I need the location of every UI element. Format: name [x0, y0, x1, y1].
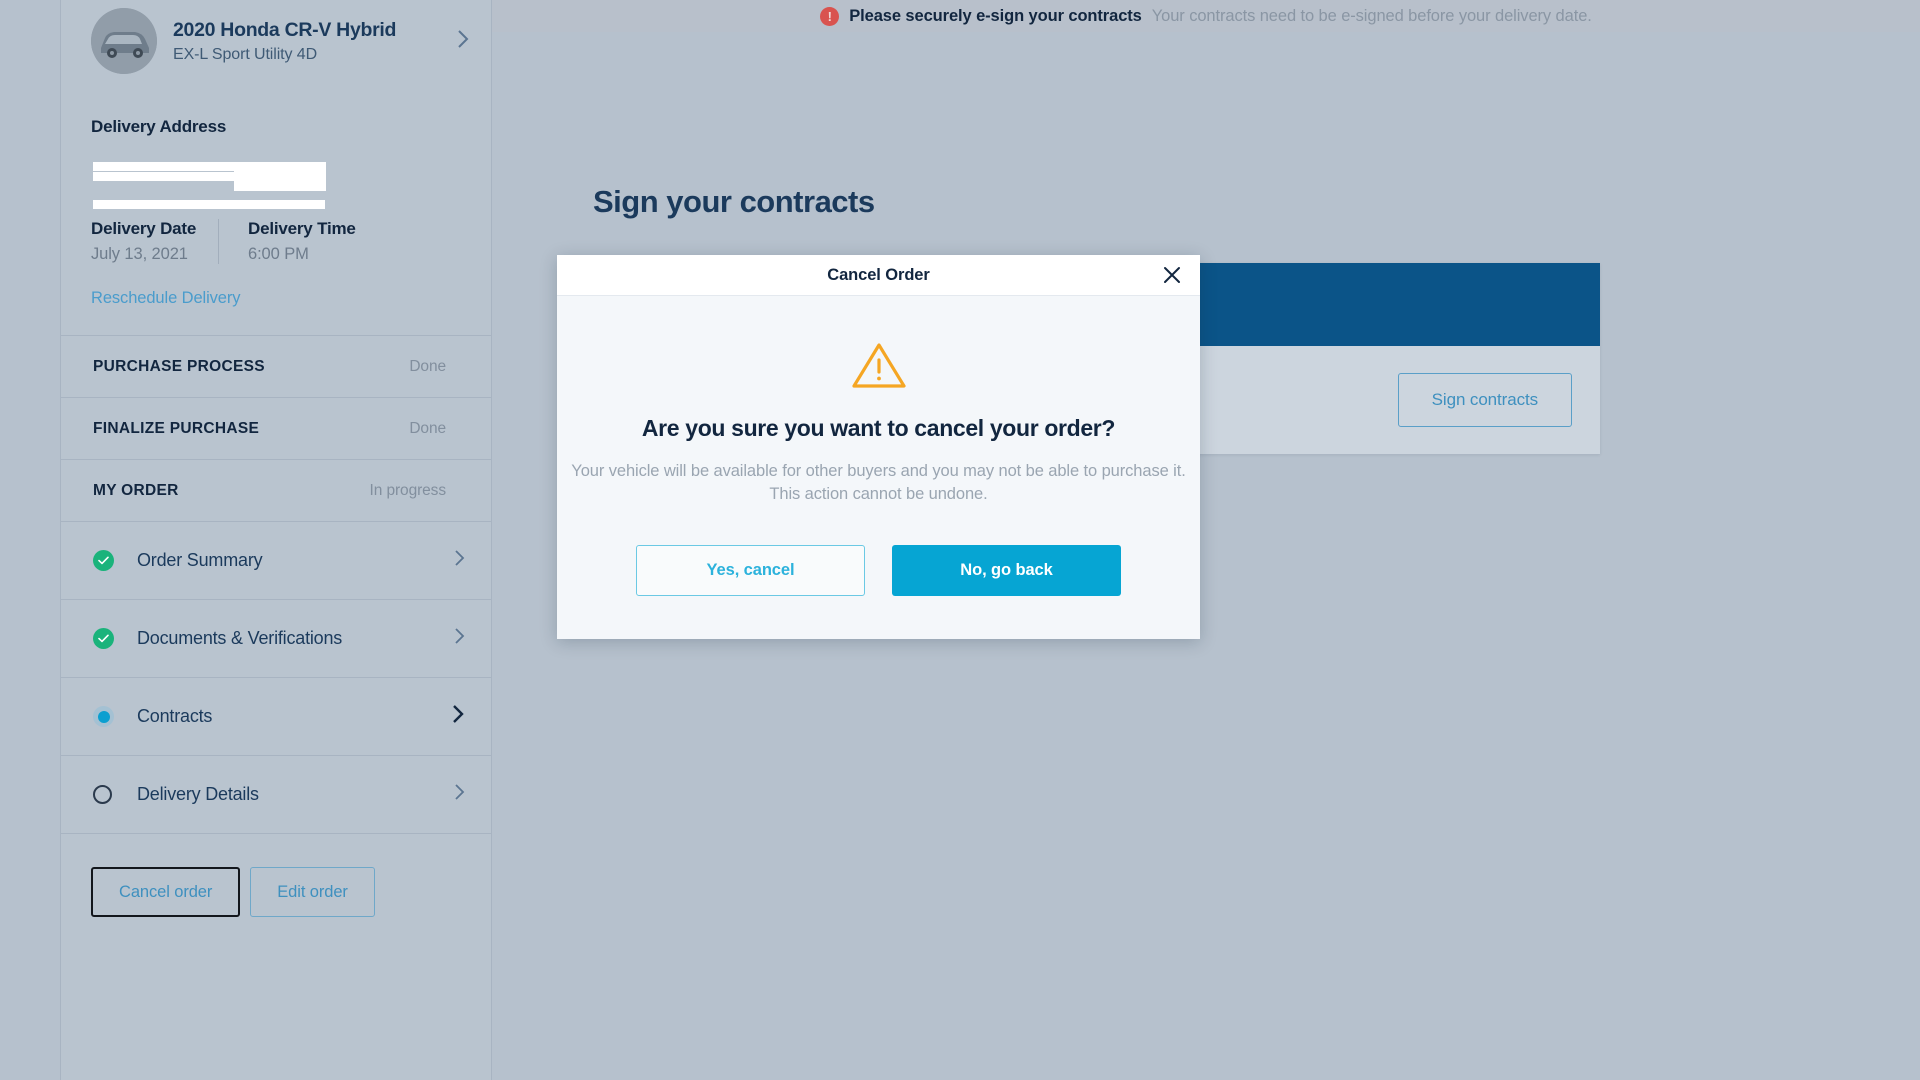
- close-icon[interactable]: [1157, 260, 1187, 290]
- chevron-right-icon: [452, 704, 471, 729]
- delivery-time-value: 6:00 PM: [248, 245, 309, 263]
- redaction-bar: [234, 162, 326, 191]
- page-title: Sign your contracts: [593, 184, 875, 219]
- vehicle-trim: EX-L Sport Utility 4D: [173, 46, 318, 64]
- section-status: Done: [409, 357, 446, 375]
- modal-actions: Yes, cancel No, go back: [557, 545, 1200, 597]
- section-title: MY ORDER: [93, 481, 179, 499]
- cancel-order-button[interactable]: Cancel order: [91, 867, 241, 917]
- sidebar-item-label: Delivery Details: [137, 784, 259, 804]
- sidebar-item-label: Order Summary: [137, 550, 263, 570]
- delivery-date-col: Delivery Date July 13, 2021: [91, 219, 218, 264]
- status-indicator: [93, 628, 137, 649]
- chevron-right-icon: [454, 627, 471, 650]
- delivery-date-value: July 13, 2021: [91, 245, 188, 263]
- dismiss-modal-button[interactable]: No, go back: [892, 545, 1121, 597]
- alert-circle-icon: !: [820, 6, 840, 26]
- chevron-right-icon: [454, 549, 471, 572]
- check-circle-icon: [93, 628, 114, 649]
- delivery-datetime-row: Delivery Date July 13, 2021 Delivery Tim…: [61, 209, 491, 264]
- sidebar-item-label: Contracts: [137, 706, 213, 726]
- alert-headline: Please securely e-sign your contracts: [849, 6, 1142, 25]
- order-sidebar: 2020 Honda CR-V Hybrid EX-L Sport Utilit…: [60, 0, 492, 1080]
- status-indicator: [93, 785, 137, 804]
- redaction-bar: [93, 200, 325, 209]
- delivery-address-label: Delivery Address: [91, 117, 227, 136]
- modal-description: Your vehicle will be available for other…: [571, 462, 1186, 503]
- order-status-page: ! Please securely e-sign your contracts …: [0, 0, 1920, 1080]
- section-title: PURCHASE PROCESS: [93, 357, 265, 375]
- section-my-order[interactable]: MY ORDER In progress: [61, 459, 491, 521]
- modal-header: Cancel Order: [557, 255, 1200, 296]
- esign-alert-banner: ! Please securely e-sign your contracts …: [492, 0, 1920, 32]
- modal-title: Cancel Order: [827, 265, 930, 284]
- section-status: In progress: [369, 481, 447, 499]
- vehicle-thumbnail: [91, 8, 157, 74]
- vehicle-title: 2020 Honda CR-V Hybrid: [173, 18, 397, 41]
- warning-triangle-icon: [557, 340, 1200, 390]
- cancel-order-modal: Cancel Order Are you sure you want to ca…: [557, 255, 1200, 640]
- section-purchase-process[interactable]: PURCHASE PROCESS Done: [61, 335, 491, 397]
- vehicle-card[interactable]: 2020 Honda CR-V Hybrid EX-L Sport Utilit…: [61, 0, 491, 82]
- sidebar-item-order-summary[interactable]: Order Summary: [61, 521, 491, 599]
- delivery-address-block: Delivery Address: [61, 82, 491, 209]
- radio-empty-icon: [93, 785, 112, 804]
- sidebar-item-delivery-details[interactable]: Delivery Details: [61, 755, 491, 833]
- chevron-right-icon: [454, 783, 471, 806]
- status-indicator: [93, 706, 137, 727]
- delivery-time-col: Delivery Time 6:00 PM: [218, 219, 356, 264]
- section-finalize-purchase[interactable]: FINALIZE PURCHASE Done: [61, 397, 491, 459]
- modal-body: Are you sure you want to cancel your ord…: [557, 296, 1200, 639]
- reschedule-delivery-link[interactable]: Reschedule Delivery: [61, 264, 491, 308]
- alert-message: Your contracts need to be e-signed befor…: [1151, 6, 1592, 25]
- section-title: FINALIZE PURCHASE: [93, 419, 260, 437]
- sidebar-item-label: Documents & Verifications: [137, 628, 343, 648]
- sign-contracts-button[interactable]: Sign contracts: [1397, 373, 1572, 427]
- vehicle-text: 2020 Honda CR-V Hybrid EX-L Sport Utilit…: [173, 18, 441, 64]
- delivery-time-label: Delivery Time: [248, 219, 356, 238]
- sidebar-item-documents-verifications[interactable]: Documents & Verifications: [61, 599, 491, 677]
- chevron-right-icon: [457, 29, 469, 54]
- confirm-cancel-button[interactable]: Yes, cancel: [636, 545, 865, 597]
- delivery-address-redacted: [91, 151, 461, 209]
- status-indicator: [93, 550, 137, 571]
- page-left-margin: [0, 0, 60, 1080]
- radio-active-icon: [93, 706, 114, 727]
- edit-order-button[interactable]: Edit order: [250, 867, 375, 917]
- section-status: Done: [409, 419, 446, 437]
- sidebar-item-contracts[interactable]: Contracts: [61, 677, 491, 755]
- check-circle-icon: [93, 550, 114, 571]
- modal-question: Are you sure you want to cancel your ord…: [641, 415, 1116, 441]
- sidebar-action-bar: Cancel order Edit order: [61, 833, 491, 917]
- delivery-date-label: Delivery Date: [91, 219, 197, 238]
